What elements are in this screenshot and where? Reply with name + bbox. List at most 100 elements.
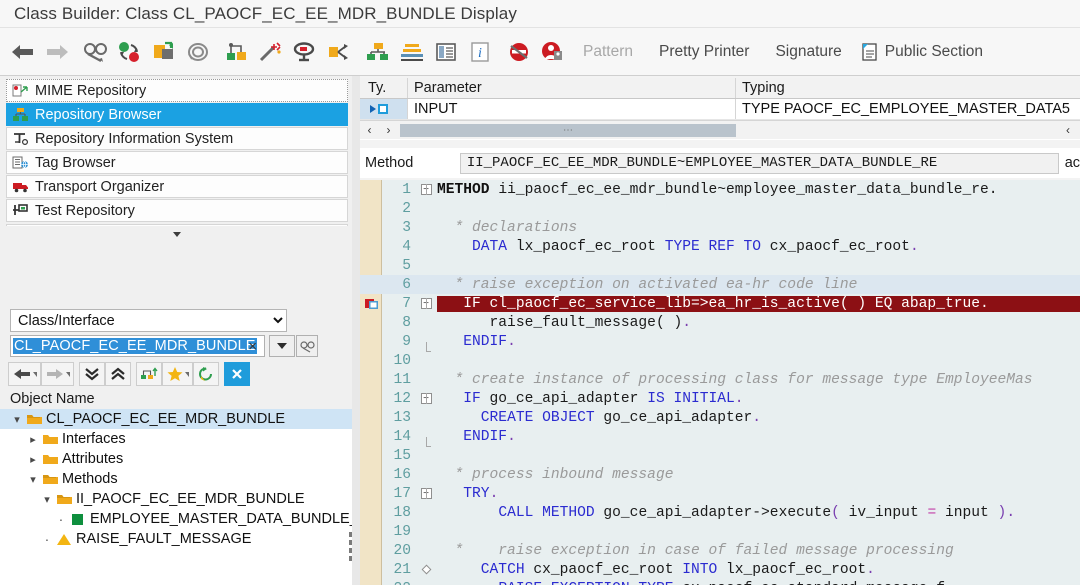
column-header-type[interactable]: Ty. (360, 78, 408, 98)
object-name-display-button[interactable] (296, 335, 318, 357)
code-lines-container[interactable]: 1−METHOD ii_paocf_ec_ee_mdr_bundle~emplo… (360, 180, 1080, 585)
sidebar-item-repository-information-system[interactable]: Repository Information System (6, 127, 348, 150)
copy-object-icon[interactable] (147, 32, 181, 72)
tree-close-button[interactable] (224, 362, 250, 386)
code-text[interactable]: * process inbound message (437, 467, 1080, 483)
wizard-wand-icon[interactable] (254, 32, 288, 72)
chevron-down-icon[interactable]: ▾ (10, 413, 24, 426)
hscrollbar-thumb[interactable]: ⋯ (400, 123, 736, 137)
display-change-glasses-icon[interactable] (79, 32, 113, 72)
code-text[interactable]: TRY. (437, 486, 1080, 502)
tree-node-methods[interactable]: ▾ Methods (0, 469, 352, 489)
row-selector-cell[interactable] (360, 99, 408, 119)
breakpoint-icon[interactable] (360, 296, 383, 311)
code-line[interactable]: 17− TRY. (360, 484, 1080, 503)
tree-forward-button[interactable] (41, 362, 74, 386)
code-line[interactable]: 19 (360, 522, 1080, 541)
code-line[interactable]: 10 (360, 351, 1080, 370)
code-text[interactable]: IF go_ce_api_adapter IS INITIAL. (437, 391, 1080, 407)
tree-node-class[interactable]: ▾ CL_PAOCF_EC_EE_MDR_BUNDLE (0, 409, 352, 429)
ring-object-icon[interactable] (181, 32, 215, 72)
code-line[interactable]: 12− IF go_ce_api_adapter IS INITIAL. (360, 389, 1080, 408)
code-text[interactable]: METHOD ii_paocf_ec_ee_mdr_bundle~employe… (437, 182, 1080, 198)
code-text[interactable]: CALL METHOD go_ce_api_adapter->execute( … (437, 505, 1080, 521)
code-line[interactable]: 2 (360, 199, 1080, 218)
code-editor[interactable]: 1−METHOD ii_paocf_ec_ee_mdr_bundle~emplo… (360, 180, 1080, 585)
tree-collapse-all-button[interactable] (105, 362, 131, 386)
tree-refresh-button[interactable] (193, 362, 219, 386)
forward-navigation-icon[interactable] (322, 32, 356, 72)
fold-marker[interactable]: − (415, 488, 437, 499)
scroll-end-icon[interactable]: ‹ (1056, 123, 1080, 137)
fold-marker[interactable] (415, 564, 437, 575)
signature-button[interactable]: Signature (762, 32, 854, 72)
code-line[interactable]: 13 CREATE OBJECT go_ce_api_adapter. (360, 408, 1080, 427)
code-text[interactable]: * declarations (437, 220, 1080, 236)
forward-arrow-icon[interactable] (40, 32, 74, 72)
sidebar-item-mime-repository[interactable]: MIME Repository (6, 79, 348, 102)
column-header-typing[interactable]: Typing (736, 78, 1080, 98)
dropdown-caret-icon[interactable] (33, 371, 37, 377)
tree-node-interface-impl[interactable]: ▾ II_PAOCF_EC_EE_MDR_BUNDLE (0, 489, 352, 509)
other-object-icon[interactable] (113, 32, 147, 72)
code-line[interactable]: 18 CALL METHOD go_ce_api_adapter->execut… (360, 503, 1080, 522)
code-line[interactable]: 4 DATA lx_paocf_ec_root TYPE REF TO cx_p… (360, 237, 1080, 256)
table-row[interactable]: INPUT TYPE PAOCF_EC_EMPLOYEE_MASTER_DATA… (360, 99, 1080, 120)
object-type-select[interactable]: Class/Interface Program Function Group P… (10, 309, 287, 332)
public-section-button[interactable]: Public Section (855, 32, 996, 72)
tree-node-interfaces[interactable]: ▸ Interfaces (0, 429, 352, 449)
tree-find-node-button[interactable] (136, 362, 162, 386)
code-text[interactable]: CREATE OBJECT go_ce_api_adapter. (437, 410, 1080, 426)
method-name-field[interactable]: II_PAOCF_EC_EE_MDR_BUNDLE~EMPLOYEE_MASTE… (459, 152, 1059, 174)
tree-back-button[interactable] (8, 362, 41, 386)
pattern-button[interactable]: Pattern (570, 32, 646, 72)
sidebar-item-test-repository[interactable]: Test Repository (6, 199, 348, 222)
navigation-collapse-caret[interactable] (6, 226, 348, 242)
object-name-input[interactable]: CL_PAOCF_EC_EE_MDR_BUNDLE × (10, 335, 265, 357)
code-line[interactable]: 5 (360, 256, 1080, 275)
pretty-printer-button[interactable]: Pretty Printer (646, 32, 762, 72)
user-red-icon[interactable] (536, 32, 570, 72)
back-arrow-icon[interactable] (6, 32, 40, 72)
code-line[interactable]: 9 ENDIF. (360, 332, 1080, 352)
code-text[interactable]: * raise exception in case of failed mess… (437, 543, 1080, 559)
dropdown-caret-icon[interactable] (66, 371, 70, 377)
tree-node-method-raise-fault-message[interactable]: · RAISE_FAULT_MESSAGE (0, 529, 352, 549)
object-name-dropdown-button[interactable] (269, 335, 295, 357)
column-header-parameter[interactable]: Parameter (408, 78, 736, 98)
chevron-down-icon[interactable]: ▾ (26, 473, 40, 486)
sidebar-item-repository-browser[interactable]: Repository Browser (6, 103, 348, 126)
sidebar-item-transport-organizer[interactable]: Transport Organizer (6, 175, 348, 198)
scroll-left-icon[interactable]: ‹ (360, 122, 379, 139)
code-line[interactable]: 11 * create instance of processing class… (360, 370, 1080, 389)
chevron-down-icon[interactable]: ▾ (40, 493, 54, 506)
code-line[interactable]: 21 CATCH cx_paocf_ec_root INTO lx_paocf_… (360, 560, 1080, 579)
fold-marker[interactable]: − (415, 298, 437, 309)
code-line[interactable]: 7− IF cl_paocf_ec_service_lib=>ea_hr_is_… (360, 294, 1080, 313)
parameter-table-hscrollbar[interactable]: ‹ › ⋯ ‹ (360, 120, 1080, 139)
code-line[interactable]: 15 (360, 446, 1080, 465)
code-text[interactable]: CATCH cx_paocf_ec_root INTO lx_paocf_ec_… (437, 562, 1080, 578)
fold-marker[interactable]: − (415, 184, 437, 195)
tree-node-method-employee-master-data[interactable]: · EMPLOYEE_MASTER_DATA_BUNDLE_RE (0, 509, 378, 529)
code-text[interactable]: ENDIF. (437, 429, 1080, 445)
code-text[interactable]: DATA lx_paocf_ec_root TYPE REF TO cx_pao… (437, 239, 1080, 255)
code-text[interactable]: raise_fault_message( ). (437, 315, 1080, 331)
tree-node-attributes[interactable]: ▸ Attributes (0, 449, 352, 469)
code-text[interactable]: IF cl_paocf_ec_service_lib=>ea_hr_is_act… (437, 295, 1080, 312)
code-line[interactable]: 1−METHOD ii_paocf_ec_ee_mdr_bundle~emplo… (360, 180, 1080, 199)
code-line[interactable]: 8 raise_fault_message( ). (360, 313, 1080, 332)
code-line[interactable]: 14 ENDIF. (360, 427, 1080, 447)
code-line[interactable]: 6 * raise exception on activated ea-hr c… (360, 275, 1080, 294)
code-line[interactable]: 22 RAISE EXCEPTION TYPE cx_paocf_ec_stan… (360, 579, 1080, 585)
stacked-layers-icon[interactable] (395, 32, 429, 72)
chevron-right-icon[interactable]: ▸ (26, 453, 40, 466)
info-icon[interactable]: i (463, 32, 497, 72)
code-text[interactable]: * raise exception on activated ea-hr cod… (437, 277, 1080, 293)
chevron-right-icon[interactable]: ▸ (26, 433, 40, 446)
code-text[interactable]: ENDIF. (437, 334, 1080, 350)
code-line[interactable]: 16 * process inbound message (360, 465, 1080, 484)
code-text[interactable]: * create instance of processing class fo… (437, 372, 1080, 388)
sidebar-item-tag-browser[interactable]: Tag Browser (6, 151, 348, 174)
where-used-icon[interactable] (288, 32, 322, 72)
